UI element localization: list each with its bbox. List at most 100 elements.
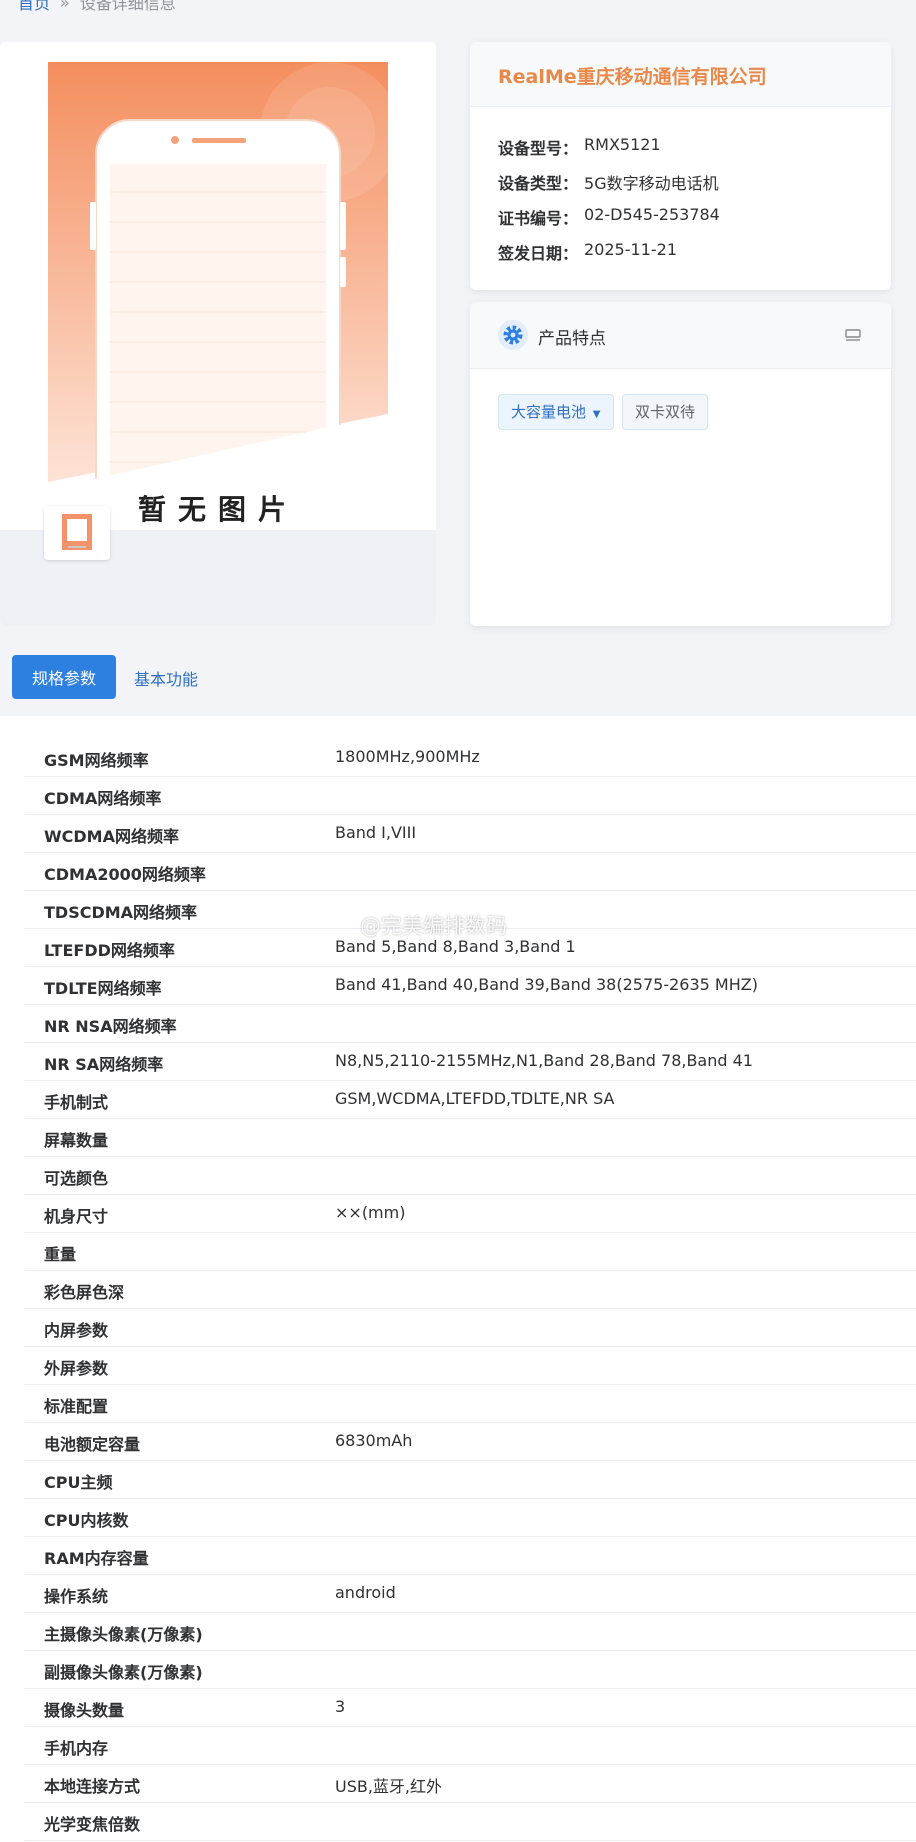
spec-row: RAM内存容量 [24, 1536, 916, 1575]
company-name: RealMe重庆移动通信有限公司 [498, 66, 767, 88]
breadcrumb: 首页 » 设备详细信息 [18, 0, 176, 14]
spec-row: 可选颜色 [24, 1156, 916, 1195]
spec-label: 屏幕数量 [44, 1131, 109, 1150]
spec-value: USB,蓝牙,红外 [335, 1777, 443, 1796]
spec-label: WCDMA网络频率 [44, 827, 179, 846]
spec-row: 副摄像头像素(万像素) [24, 1650, 916, 1689]
spec-row: 手机制式 GSM,WCDMA,LTEFDD,TDLTE,NR SA [24, 1080, 916, 1119]
spec-value: N8,N5,2110-2155MHz,N1,Band 28,Band 78,Ba… [335, 1051, 753, 1070]
spec-value: 6830mAh [335, 1431, 413, 1450]
spec-row: 操作系统 android [24, 1574, 916, 1613]
gear-icon [498, 320, 528, 350]
spec-value: ××(mm) [335, 1203, 406, 1222]
info-label: 设备类型： [498, 174, 579, 193]
spec-value: android [335, 1583, 396, 1602]
feature-tag-dual-sim[interactable]: 双卡双待 [622, 394, 709, 430]
spec-row: 机身尺寸 ××(mm) [24, 1194, 916, 1233]
info-value: 5G数字移动电话机 [584, 174, 719, 193]
spec-row: 主摄像头像素(万像素) [24, 1612, 916, 1651]
spec-label: 副摄像头像素(万像素) [44, 1663, 203, 1682]
info-label: 设备型号： [498, 139, 579, 158]
breadcrumb-home-link[interactable]: 首页 [18, 0, 50, 14]
spec-label: 机身尺寸 [44, 1207, 109, 1226]
info-row-certificate: 证书编号： 02-D545-253784 [498, 205, 720, 229]
spec-row: CPU主频 [24, 1460, 916, 1499]
thumbnail-placeholder-icon [62, 514, 92, 550]
thumbnail-image[interactable] [44, 506, 110, 560]
feature-tag-label: 双卡双待 [635, 403, 696, 421]
spec-label: 外屏参数 [44, 1359, 109, 1378]
spec-label: CDMA2000网络频率 [44, 865, 206, 884]
info-value: 02-D545-253784 [584, 205, 720, 224]
info-label: 证书编号： [498, 209, 579, 228]
breadcrumb-separator: » [60, 0, 70, 12]
spec-value: GSM,WCDMA,LTEFDD,TDLTE,NR SA [335, 1089, 615, 1108]
spec-value: 3 [335, 1697, 346, 1716]
spec-label: 操作系统 [44, 1587, 109, 1606]
spec-row: NR SA网络频率 N8,N5,2110-2155MHz,N1,Band 28,B… [24, 1042, 916, 1081]
tab-specifications[interactable]: 规格参数 [12, 655, 116, 699]
caret-down-icon: ▼ [592, 409, 601, 420]
spec-row: 电池额定容量 6830mAh [24, 1422, 916, 1461]
spec-row: 屏幕数量 [24, 1118, 916, 1157]
spec-label: 本地连接方式 [44, 1777, 141, 1796]
feature-tag-label: 大容量电池 [511, 403, 587, 421]
spec-row: TDLTE网络频率 Band 41,Band 40,Band 39,Band 38… [24, 966, 916, 1005]
spec-row: 摄像头数量 3 [24, 1688, 916, 1727]
info-row-model: 设备型号： RMX5121 [498, 135, 661, 159]
spec-label: NR NSA网络频率 [44, 1017, 177, 1036]
feature-tag-battery[interactable]: 大容量电池 ▼ [498, 394, 614, 430]
spec-label: 电池额定容量 [44, 1435, 141, 1454]
spec-row: 外屏参数 [24, 1346, 916, 1385]
spec-label: GSM网络频率 [44, 751, 149, 770]
info-label: 签发日期： [498, 244, 579, 263]
spec-row: CDMA2000网络频率 [24, 852, 916, 891]
tab-basic-functions[interactable]: 基本功能 [134, 666, 198, 690]
spec-row: 手机内存 [24, 1726, 916, 1765]
spec-label: LTEFDD网络频率 [44, 941, 175, 960]
spec-row: 本地连接方式 USB,蓝牙,红外 [24, 1764, 916, 1803]
spec-label: CPU主频 [44, 1473, 113, 1492]
spec-label: 主摄像头像素(万像素) [44, 1625, 203, 1644]
spec-value: Band I,VIII [335, 823, 417, 842]
spec-value: 1800MHz,900MHz [335, 747, 480, 766]
features-title: 产品特点 [538, 329, 606, 349]
spec-label: 标准配置 [44, 1397, 109, 1416]
spec-row: 彩色屏色深 [24, 1270, 916, 1309]
spec-row: WCDMA网络频率 Band I,VIII [24, 814, 916, 853]
spec-label: 手机制式 [44, 1093, 109, 1112]
info-row-type: 设备类型： 5G数字移动电话机 [498, 170, 719, 194]
spec-label: 可选颜色 [44, 1169, 109, 1188]
spec-row: 重量 [24, 1232, 916, 1271]
info-value: 2025-11-21 [584, 240, 677, 259]
watermark: @完美编排数码 [360, 914, 507, 938]
spec-value: Band 41,Band 40,Band 39,Band 38(2575-263… [335, 975, 758, 994]
spec-row: CDMA网络频率 [24, 776, 916, 815]
spec-row: CPU内核数 [24, 1498, 916, 1537]
info-row-issue-date: 签发日期： 2025-11-21 [498, 240, 677, 264]
spec-row: GSM网络频率 1800MHz,900MHz [24, 738, 916, 777]
spec-row: 光学变焦倍数 [24, 1802, 916, 1841]
product-features-card: 产品特点 [470, 302, 891, 626]
spec-label: CDMA网络频率 [44, 789, 162, 808]
spec-row: 标准配置 [24, 1384, 916, 1423]
spec-label: 内屏参数 [44, 1321, 109, 1340]
spec-label: 光学变焦倍数 [44, 1815, 141, 1834]
spec-row: 内屏参数 [24, 1308, 916, 1347]
features-header: 产品特点 [470, 302, 891, 369]
collapse-icon[interactable] [845, 327, 861, 341]
spec-label: TDLTE网络频率 [44, 979, 162, 998]
spec-label: 彩色屏色深 [44, 1283, 125, 1302]
spec-label: 重量 [44, 1245, 77, 1264]
breadcrumb-current: 设备详细信息 [79, 0, 176, 13]
spec-label: NR SA网络频率 [44, 1055, 164, 1074]
spec-label: 摄像头数量 [44, 1701, 125, 1720]
device-image-placeholder[interactable] [0, 42, 436, 541]
spec-label: 手机内存 [44, 1739, 109, 1758]
no-image-illustration [48, 62, 400, 541]
spec-label: CPU内核数 [44, 1511, 129, 1530]
device-info-card: RealMe重庆移动通信有限公司 设备型号： RMX5121 设备类型： 5G数… [470, 42, 891, 290]
spec-label: TDSCDMA网络频率 [44, 903, 198, 922]
info-value: RMX5121 [584, 135, 661, 154]
spec-label: RAM内存容量 [44, 1549, 149, 1568]
